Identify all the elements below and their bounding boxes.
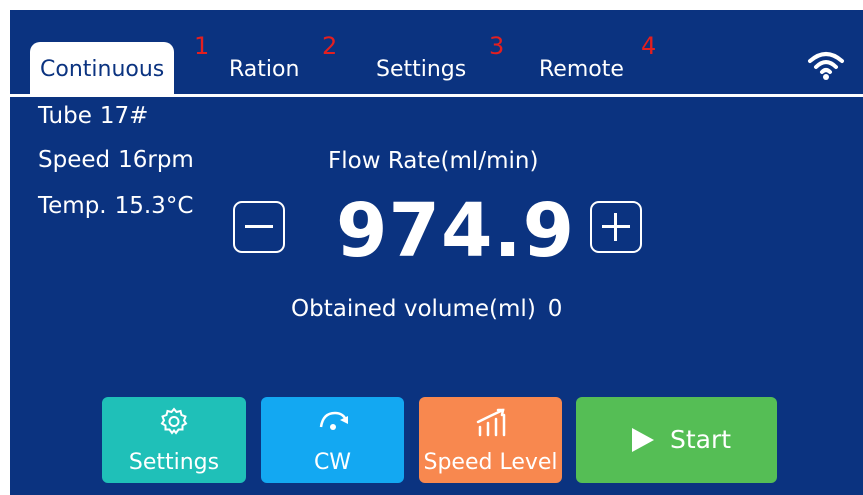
tab-number-1: 1	[194, 32, 210, 60]
bar-chart-icon	[476, 408, 505, 437]
tube-value: 17#	[99, 103, 149, 129]
speed-info: Speed 16rpm	[38, 147, 194, 173]
tab-continuous-label: Continuous	[40, 57, 165, 82]
tab-number-2: 2	[322, 32, 338, 60]
gear-icon	[160, 407, 188, 435]
start-button[interactable]: Start	[576, 397, 777, 483]
obtained-volume: Obtained volume(ml) 0	[291, 296, 562, 322]
tab-divider	[10, 94, 863, 97]
volume-value: 0	[547, 296, 563, 322]
settings-button[interactable]: Settings	[102, 397, 246, 483]
start-button-label: Start	[670, 425, 732, 454]
increase-flow-button[interactable]	[590, 201, 642, 253]
tube-info: Tube 17#	[38, 103, 148, 129]
tab-ration[interactable]: Ration	[229, 58, 299, 82]
pump-screen: Continuous 1 Ration 2 Settings 3 Remote …	[10, 10, 863, 495]
tube-label: Tube	[38, 103, 92, 129]
speed-value: 16rpm	[118, 147, 194, 173]
wifi-icon[interactable]	[807, 50, 845, 82]
temp-label: Temp.	[38, 193, 107, 219]
rotate-cw-icon	[319, 411, 348, 430]
speed-level-button-label: Speed Level	[423, 450, 558, 475]
tab-number-3: 3	[489, 32, 505, 60]
settings-button-label: Settings	[128, 450, 220, 475]
tab-continuous[interactable]: Continuous	[30, 42, 175, 94]
tab-settings[interactable]: Settings	[376, 58, 466, 82]
cw-button-label: CW	[313, 450, 352, 475]
temp-value: 15.3°C	[114, 193, 194, 219]
tab-settings-label: Settings	[376, 57, 467, 82]
tab-number-4: 4	[641, 32, 657, 60]
flow-rate-title: Flow Rate(ml/min)	[328, 148, 539, 174]
tab-remote[interactable]: Remote	[539, 58, 624, 82]
decrease-flow-button[interactable]	[233, 201, 285, 253]
temp-info: Temp. 15.3°C	[38, 193, 193, 219]
flow-rate-value: 974.9	[336, 188, 576, 274]
play-icon	[632, 428, 654, 452]
minus-icon	[245, 225, 273, 228]
speed-label: Speed	[38, 147, 111, 173]
direction-cw-button[interactable]: CW	[261, 397, 404, 483]
tab-remote-label: Remote	[539, 57, 624, 82]
tab-ration-label: Ration	[229, 57, 300, 82]
volume-label: Obtained volume(ml)	[291, 296, 536, 322]
speed-level-button[interactable]: Speed Level	[419, 397, 562, 483]
